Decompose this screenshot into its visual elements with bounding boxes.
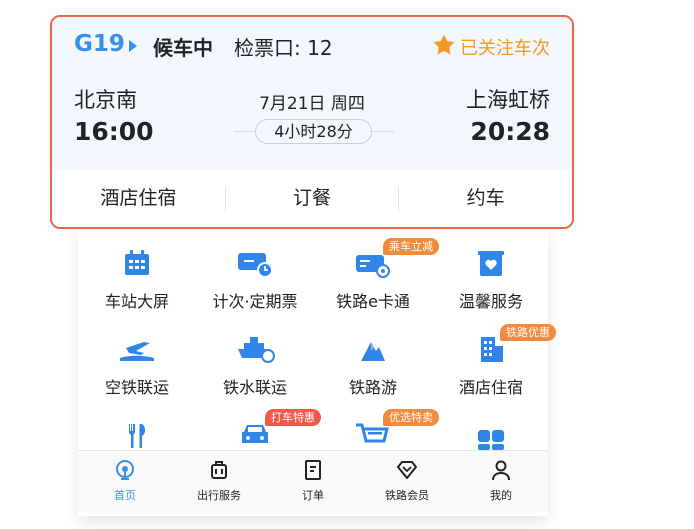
nav-home[interactable]: 首页: [78, 451, 172, 512]
grid-item-air-rail[interactable]: 空铁联运: [78, 324, 196, 404]
station-screen-icon: [125, 250, 149, 275]
grid-item-label: 铁路e卡通: [336, 292, 410, 311]
nav-membership[interactable]: 铁路会员: [360, 451, 454, 512]
arrival-time: 20:28: [470, 117, 550, 146]
grid-item-warm-service[interactable]: 温馨服务: [432, 238, 550, 318]
star-icon[interactable]: [432, 33, 456, 57]
promo-badge: 铁路优惠: [500, 324, 556, 341]
grid-item-label: 铁水联运: [222, 378, 287, 397]
service-hotel-button[interactable]: 酒店住宿: [52, 170, 225, 227]
grid-item-label: 计次·定期票: [212, 292, 298, 311]
grid-item-label: 车站大屏: [104, 292, 169, 311]
diamond-icon: [397, 461, 417, 479]
departure-time: 16:00: [74, 117, 154, 146]
promo-badge: 打车特惠: [265, 409, 321, 426]
grid-item-rail-tour[interactable]: 铁路游: [314, 324, 432, 404]
service-meal-button[interactable]: 订餐: [226, 170, 399, 227]
ticket-gate: 检票口: 12: [234, 36, 333, 60]
nav-travel-service[interactable]: 出行服务: [172, 451, 266, 512]
grid-item-label: 空铁联运: [104, 378, 169, 397]
arrival-station: 上海虹桥: [466, 88, 550, 112]
heart-service-icon: [478, 251, 504, 276]
nav-label: 我的: [490, 489, 512, 502]
grid-item-label: 铁路游: [348, 378, 397, 397]
grid-item-label: 温馨服务: [458, 292, 523, 311]
grid-item-more-apps[interactable]: [432, 410, 550, 450]
home-icon: [116, 460, 134, 480]
ticket-services: 酒店住宿 订餐 约车: [52, 170, 572, 227]
service-car-button[interactable]: 约车: [399, 170, 572, 227]
mountain-icon: [361, 342, 385, 361]
ship-rail-icon: [238, 337, 275, 363]
nav-label: 订单: [302, 489, 324, 502]
grid-item-label: 酒店住宿: [458, 378, 523, 397]
luggage-icon: [211, 461, 227, 479]
apps-icon: [478, 430, 504, 450]
ticket-status: 候车中: [153, 36, 213, 60]
promo-badge: 乘车立减: [383, 238, 439, 255]
nav-orders[interactable]: 订单: [266, 451, 360, 512]
grid-item-food[interactable]: [78, 410, 196, 450]
fork-knife-icon: [129, 424, 145, 448]
nav-label: 首页: [114, 489, 136, 502]
ticket-info: G19 候车中 检票口: 12 已关注车次 北京南 16:00 7月21日 周四…: [52, 17, 572, 170]
plane-rail-icon: [120, 342, 154, 361]
nav-profile[interactable]: 我的: [454, 451, 548, 512]
grid-item-periodic-ticket[interactable]: 计次·定期票: [196, 238, 314, 318]
train-number[interactable]: G19: [74, 31, 125, 57]
ticket-card[interactable]: G19 候车中 检票口: 12 已关注车次 北京南 16:00 7月21日 周四…: [50, 15, 574, 229]
travel-duration: 4小时28分: [255, 119, 372, 144]
user-icon: [492, 460, 510, 481]
order-icon: [305, 460, 321, 480]
play-arrow-icon: [129, 40, 137, 52]
nav-label: 出行服务: [197, 489, 241, 502]
nav-label: 铁路会员: [385, 489, 429, 502]
grid-item-station-screen[interactable]: 车站大屏: [78, 238, 196, 318]
ticket-clock-icon: [238, 253, 273, 278]
bottom-nav: 首页 出行服务 订单 铁路会员 我的: [78, 450, 548, 512]
followed-train-label[interactable]: 已关注车次: [460, 34, 550, 60]
promo-badge: 优选特卖: [383, 409, 439, 426]
grid-item-ship-rail[interactable]: 铁水联运: [196, 324, 314, 404]
